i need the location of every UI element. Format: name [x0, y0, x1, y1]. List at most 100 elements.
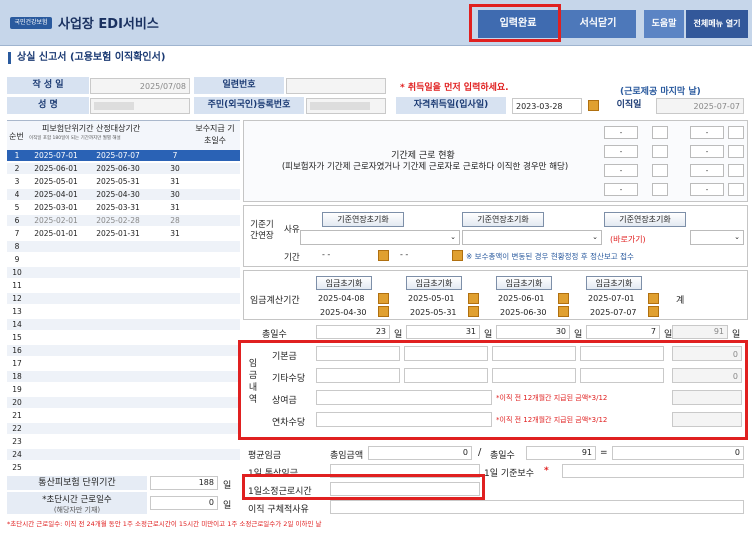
- contract-from-2[interactable]: -: [604, 145, 638, 158]
- total-period-field[interactable]: 188: [150, 476, 218, 490]
- wage-row-input-1[interactable]: [316, 412, 492, 427]
- wage-to-4[interactable]: 2025-07-07: [590, 308, 637, 317]
- daily-wage-field[interactable]: [330, 464, 480, 478]
- period-row[interactable]: 14: [7, 319, 240, 330]
- ext-reason-select-3[interactable]: ⌄: [690, 230, 744, 245]
- period-row[interactable]: 20: [7, 397, 240, 408]
- acquire-calendar-icon[interactable]: [588, 100, 599, 111]
- wage-row-input[interactable]: [580, 368, 664, 383]
- wage-row-input[interactable]: [492, 368, 576, 383]
- contract-spin-1[interactable]: [652, 126, 668, 139]
- wage-reset-1[interactable]: 임금초기화: [316, 276, 372, 290]
- wage-to-cal-icon-4[interactable]: [648, 306, 659, 317]
- period-row[interactable]: 10: [7, 267, 240, 278]
- wage-row-input[interactable]: [316, 368, 400, 383]
- days-field-3[interactable]: 30: [496, 325, 570, 339]
- reason-detail-field[interactable]: [330, 500, 744, 514]
- contract-to-3[interactable]: -: [690, 164, 724, 177]
- wage-row-input[interactable]: [316, 346, 400, 361]
- wage-row-input[interactable]: [492, 346, 576, 361]
- period-row[interactable]: 6 2025-02-01 2025-02-28 28: [7, 215, 240, 226]
- period-row[interactable]: 11: [7, 280, 240, 291]
- wage-to-2[interactable]: 2025-05-31: [410, 308, 457, 317]
- period-row[interactable]: 3 2025-05-01 2025-05-31 31: [7, 176, 240, 187]
- ext-reason-select-1[interactable]: ⌄: [300, 230, 460, 245]
- wage-from-cal-icon-1[interactable]: [378, 293, 389, 304]
- wage-from-cal-icon-2[interactable]: [468, 293, 479, 304]
- submit-button[interactable]: 입력완료: [478, 10, 558, 38]
- period-row[interactable]: 22: [7, 423, 240, 434]
- all-menu-button[interactable]: 전체메뉴 열기: [686, 10, 748, 38]
- period-row[interactable]: 5 2025-03-01 2025-03-31 31: [7, 202, 240, 213]
- period-row[interactable]: 1 2025-07-01 2025-07-07 7: [7, 150, 240, 161]
- wage-to-3[interactable]: 2025-06-30: [500, 308, 547, 317]
- period-row[interactable]: 25: [7, 462, 240, 473]
- daily-base-field[interactable]: [562, 464, 744, 478]
- short-days-field[interactable]: 0: [150, 496, 218, 510]
- contract-from-3[interactable]: -: [604, 164, 638, 177]
- period-row[interactable]: 2 2025-06-01 2025-06-30 30: [7, 163, 240, 174]
- rrn-field[interactable]: [306, 98, 386, 114]
- contract-spin-4[interactable]: [652, 183, 668, 196]
- shortcut-link[interactable]: (바로가기): [610, 234, 646, 245]
- wage-row-input[interactable]: [580, 346, 664, 361]
- period-row[interactable]: 19: [7, 384, 240, 395]
- wage-from-1[interactable]: 2025-04-08: [318, 294, 365, 303]
- name-field[interactable]: [90, 98, 190, 114]
- wage-to-cal-icon-3[interactable]: [558, 306, 569, 317]
- contract-spin-3[interactable]: [652, 164, 668, 177]
- ext-calendar-icon-1[interactable]: [378, 250, 389, 261]
- ext-reset-3[interactable]: 기준연장초기화: [604, 212, 686, 227]
- wage-from-3[interactable]: 2025-06-01: [498, 294, 545, 303]
- ext-period-to[interactable]: - -: [400, 250, 408, 259]
- ext-reset-1[interactable]: 기준연장초기화: [322, 212, 404, 227]
- period-row[interactable]: 17: [7, 358, 240, 369]
- days-field-2[interactable]: 31: [406, 325, 480, 339]
- period-row[interactable]: 7 2025-01-01 2025-01-31 31: [7, 228, 240, 239]
- wage-from-cal-icon-3[interactable]: [558, 293, 569, 304]
- wage-to-cal-icon-1[interactable]: [378, 306, 389, 317]
- period-row[interactable]: 15: [7, 332, 240, 343]
- period-row[interactable]: 21: [7, 410, 240, 421]
- ext-calendar-icon-2[interactable]: [452, 250, 463, 261]
- contract-spin-b-4[interactable]: [728, 183, 744, 196]
- leave-date-field[interactable]: 2025-07-07: [656, 98, 744, 114]
- wage-from-2[interactable]: 2025-05-01: [408, 294, 455, 303]
- write-date-field[interactable]: 2025/07/08: [90, 78, 190, 94]
- contract-from-4[interactable]: -: [604, 183, 638, 196]
- period-row[interactable]: 23: [7, 436, 240, 447]
- days-field-4[interactable]: 7: [586, 325, 660, 339]
- contract-from-1[interactable]: -: [604, 126, 638, 139]
- ext-reason-select-2[interactable]: ⌄: [462, 230, 602, 245]
- period-row[interactable]: 4 2025-04-01 2025-04-30 30: [7, 189, 240, 200]
- ext-period-from[interactable]: - -: [322, 250, 330, 259]
- close-form-button[interactable]: 서식닫기: [560, 10, 636, 38]
- acquire-date-field[interactable]: 2023-03-28: [512, 98, 582, 114]
- wage-from-4[interactable]: 2025-07-01: [588, 294, 635, 303]
- period-row[interactable]: 13: [7, 306, 240, 317]
- help-button[interactable]: 도움말: [644, 10, 684, 38]
- contract-to-4[interactable]: -: [690, 183, 724, 196]
- wage-row-input-1[interactable]: [316, 390, 492, 405]
- period-row[interactable]: 16: [7, 345, 240, 356]
- period-row[interactable]: 9: [7, 254, 240, 265]
- serial-field[interactable]: [286, 78, 386, 94]
- wage-from-cal-icon-4[interactable]: [648, 293, 659, 304]
- period-row[interactable]: 8: [7, 241, 240, 252]
- wage-to-1[interactable]: 2025-04-30: [320, 308, 367, 317]
- wage-to-cal-icon-2[interactable]: [468, 306, 479, 317]
- contract-spin-2[interactable]: [652, 145, 668, 158]
- wage-reset-2[interactable]: 임금초기화: [406, 276, 462, 290]
- contract-spin-b-2[interactable]: [728, 145, 744, 158]
- wage-row-input[interactable]: [404, 346, 488, 361]
- period-row[interactable]: 18: [7, 371, 240, 382]
- contract-spin-b-1[interactable]: [728, 126, 744, 139]
- period-row[interactable]: 12: [7, 293, 240, 304]
- contract-to-1[interactable]: -: [690, 126, 724, 139]
- contract-spin-b-3[interactable]: [728, 164, 744, 177]
- work-hours-field[interactable]: [330, 482, 480, 496]
- days-field-1[interactable]: 23: [316, 325, 390, 339]
- contract-to-2[interactable]: -: [690, 145, 724, 158]
- period-row[interactable]: 24: [7, 449, 240, 460]
- wage-reset-4[interactable]: 임금초기화: [586, 276, 642, 290]
